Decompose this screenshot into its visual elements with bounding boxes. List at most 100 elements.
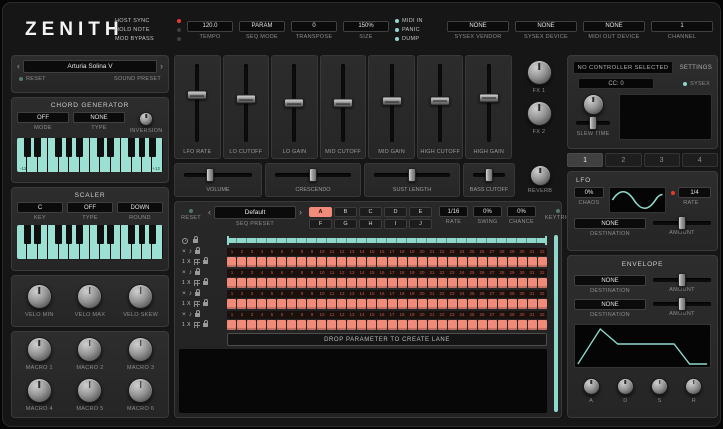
lane-note-icon[interactable]: ♪ <box>189 312 192 319</box>
step-cell[interactable] <box>528 257 537 267</box>
seq-preset-value[interactable]: Default <box>214 206 296 219</box>
step-cell[interactable] <box>357 257 366 267</box>
step-cell[interactable] <box>257 299 266 309</box>
step-cell[interactable] <box>347 320 356 330</box>
step-cell[interactable] <box>277 278 286 288</box>
step-cell[interactable] <box>388 257 397 267</box>
fx2-knob[interactable] <box>527 101 552 126</box>
slider-handle[interactable] <box>408 168 416 182</box>
step-cell[interactable] <box>227 257 236 267</box>
step-cell[interactable] <box>247 257 256 267</box>
slider-track[interactable] <box>184 173 252 177</box>
slider-track[interactable] <box>473 173 505 177</box>
lane-remove-icon[interactable]: × <box>182 312 186 319</box>
grid-icon[interactable] <box>194 259 200 265</box>
seq-chance-value[interactable]: 0% <box>507 206 536 217</box>
step-cell[interactable] <box>428 278 437 288</box>
black-key[interactable] <box>76 138 83 157</box>
slider-track[interactable] <box>438 64 442 142</box>
step-cell[interactable] <box>357 278 366 288</box>
slider-track[interactable] <box>195 64 199 142</box>
slew-slider[interactable] <box>576 121 610 125</box>
inversion-knob[interactable] <box>139 112 153 126</box>
toggle-dump[interactable]: DUMP <box>395 36 441 42</box>
step-cell[interactable] <box>518 299 527 309</box>
step-cell[interactable] <box>237 278 246 288</box>
d-knob[interactable] <box>617 378 634 395</box>
slider-handle[interactable] <box>430 96 450 105</box>
slider-handle[interactable] <box>678 273 686 287</box>
step-cell[interactable] <box>367 299 376 309</box>
step-cell[interactable] <box>538 257 547 267</box>
snapshot-icon[interactable] <box>182 238 188 244</box>
step-cell[interactable] <box>438 299 447 309</box>
scaler-keyboard[interactable] <box>17 225 163 259</box>
step-cell[interactable] <box>257 257 266 267</box>
lock-icon[interactable] <box>195 292 200 296</box>
step-cell[interactable] <box>468 257 477 267</box>
slider-handle[interactable] <box>485 168 493 182</box>
step-cell[interactable] <box>478 320 487 330</box>
step-cell[interactable] <box>287 278 296 288</box>
black-key[interactable] <box>149 225 156 244</box>
step-cell[interactable] <box>468 320 477 330</box>
step-cell[interactable] <box>498 299 507 309</box>
lfo-amount-slider[interactable] <box>653 221 711 225</box>
step-cell[interactable] <box>418 320 427 330</box>
lock-icon[interactable] <box>203 323 208 327</box>
step-cell[interactable] <box>297 320 306 330</box>
step-cell[interactable] <box>367 278 376 288</box>
sequencer-reset-button[interactable]: RESET <box>179 206 203 221</box>
lock-icon[interactable] <box>195 250 200 254</box>
lfo-sync-indicator[interactable] <box>671 191 675 195</box>
slider-handle[interactable] <box>479 93 499 102</box>
loop-range-bar[interactable] <box>227 238 547 243</box>
step-cell[interactable] <box>287 257 296 267</box>
step-cell[interactable] <box>307 320 316 330</box>
step-cell[interactable] <box>418 299 427 309</box>
step-cell[interactable] <box>297 278 306 288</box>
step-cell[interactable] <box>538 299 547 309</box>
step-cell[interactable] <box>297 257 306 267</box>
step-cell[interactable] <box>438 320 447 330</box>
step-cell[interactable] <box>317 278 326 288</box>
step-cell[interactable] <box>418 278 427 288</box>
slider-handle[interactable] <box>206 168 214 182</box>
step-cell[interactable] <box>307 257 316 267</box>
black-key[interactable] <box>34 138 41 157</box>
slider-handle[interactable] <box>382 97 402 106</box>
mod-tab-3[interactable]: 3 <box>644 153 680 167</box>
lfo-rate-value[interactable]: 1/4 <box>678 187 711 198</box>
step-cell[interactable] <box>377 299 386 309</box>
lock-icon[interactable] <box>203 281 208 285</box>
step-cell[interactable] <box>458 278 467 288</box>
step-cell[interactable] <box>518 257 527 267</box>
pattern-button-f[interactable]: F <box>309 219 332 229</box>
step-cell[interactable] <box>498 257 507 267</box>
step-cell[interactable] <box>337 320 346 330</box>
step-cell[interactable] <box>367 320 376 330</box>
step-cell[interactable] <box>388 299 397 309</box>
slew-slider-handle[interactable] <box>589 116 597 130</box>
pattern-button-c[interactable]: C <box>359 207 382 217</box>
step-cell[interactable] <box>478 299 487 309</box>
sysex-vendor-value[interactable]: NONE <box>447 21 509 32</box>
lfo-wave-display[interactable] <box>609 187 666 213</box>
step-cell[interactable] <box>267 278 276 288</box>
envelope-amount-slider[interactable] <box>653 302 711 306</box>
macro-4-knob[interactable] <box>27 378 52 403</box>
lfo-chaos-value[interactable]: 0% <box>574 187 604 198</box>
pattern-button-h[interactable]: H <box>359 219 382 229</box>
lane-note-icon[interactable]: ♪ <box>189 249 192 256</box>
step-cell[interactable] <box>287 320 296 330</box>
step-cell[interactable] <box>438 257 447 267</box>
step-cell[interactable] <box>428 320 437 330</box>
step-cell[interactable] <box>418 257 427 267</box>
step-cell[interactable] <box>347 278 356 288</box>
step-cell[interactable] <box>317 299 326 309</box>
step-cell[interactable] <box>468 278 477 288</box>
grid-icon[interactable] <box>194 322 200 328</box>
step-cell[interactable] <box>458 257 467 267</box>
lock-icon[interactable] <box>195 271 200 275</box>
sysex-toggle[interactable]: SYSEX <box>683 81 712 87</box>
